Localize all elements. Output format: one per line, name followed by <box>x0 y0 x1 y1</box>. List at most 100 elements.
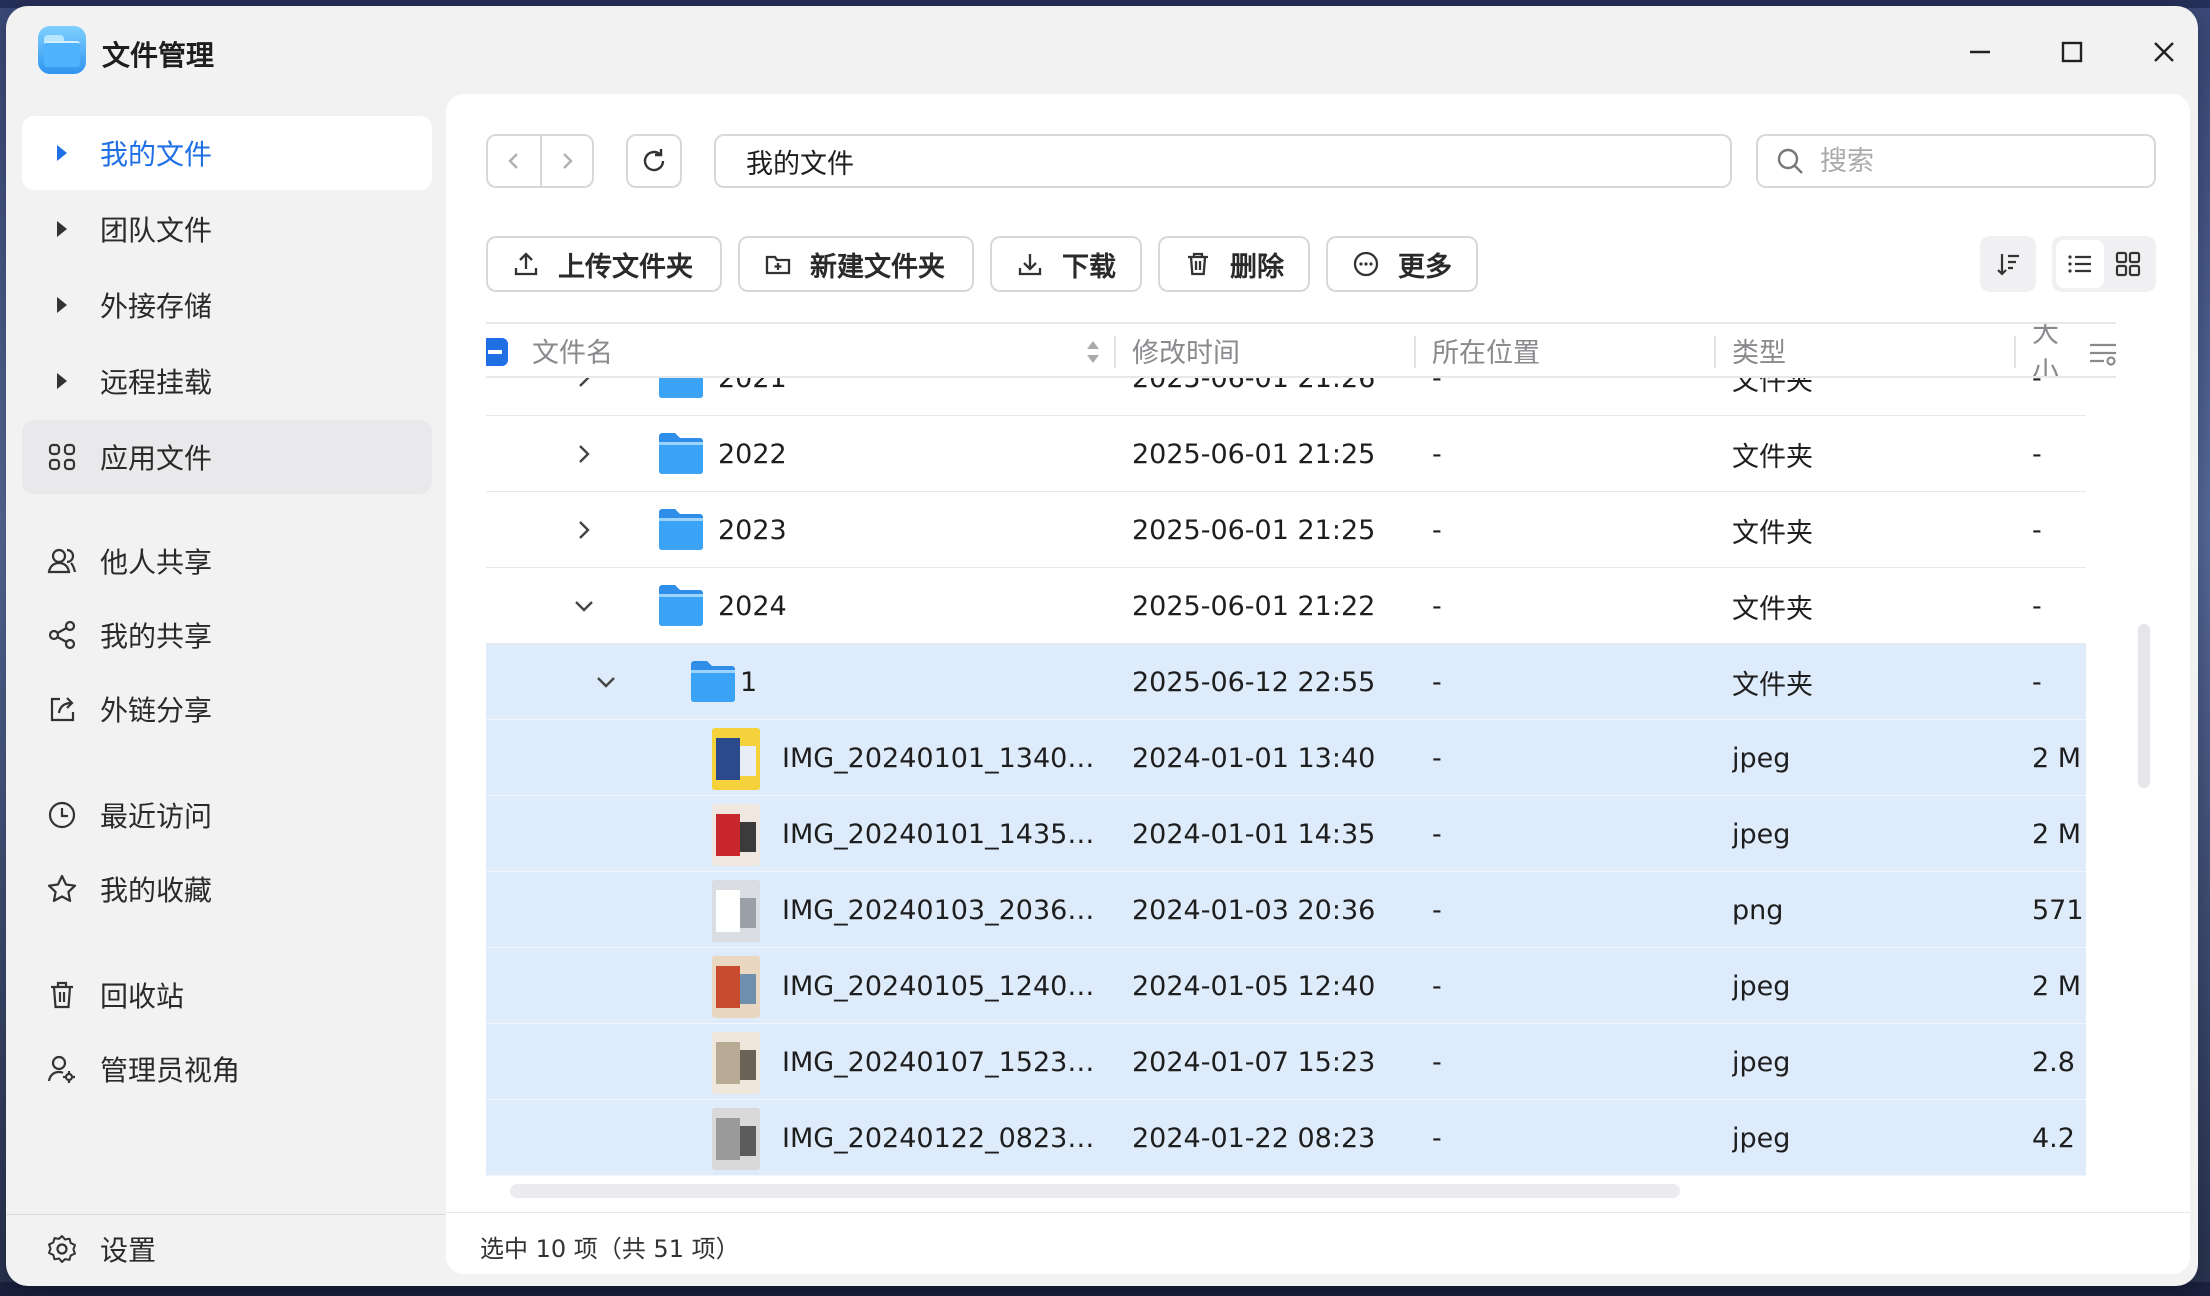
table-row[interactable]: IMG_20240107_1523… 2024-01-07 15:23 - jpeg 2… <box>486 1024 2086 1100</box>
minimize-button[interactable] <box>1958 30 2002 74</box>
search-box[interactable] <box>1756 134 2156 188</box>
maximize-icon <box>2061 41 2083 63</box>
sidebar-item-favorites[interactable]: 我的收藏 <box>22 852 432 926</box>
column-header-location[interactable]: 所在位置 <box>1432 324 1712 376</box>
column-header-name[interactable]: 文件名 <box>532 324 922 376</box>
chevron-down-icon[interactable] <box>592 668 620 696</box>
download-button[interactable]: 下载 <box>990 236 1142 292</box>
file-type: jpeg <box>1732 970 1791 1002</box>
file-location: - <box>1432 1046 1442 1078</box>
list-view-icon <box>2068 255 2091 273</box>
sidebar-item-label: 管理员视角 <box>100 1054 241 1087</box>
table-row[interactable]: IMG_20240101_1340… 2024-01-01 13:40 - jpeg 2… <box>486 720 2086 796</box>
more-button[interactable]: 更多 <box>1326 236 1478 292</box>
column-header-type[interactable]: 类型 <box>1732 324 2012 376</box>
file-location: - <box>1432 438 1442 470</box>
file-name: IMG_20240105_1240… <box>782 970 1095 1002</box>
more-label: 更多 <box>1398 251 1452 283</box>
table-row[interactable]: 2022 2025-06-01 21:25 - 文件夹 - <box>486 416 2086 492</box>
chevron-down-icon[interactable] <box>570 592 598 620</box>
file-location: - <box>1432 818 1442 850</box>
sort-button[interactable] <box>1980 236 2036 292</box>
list-view-button[interactable] <box>2056 240 2104 288</box>
delete-button[interactable]: 删除 <box>1158 236 1310 292</box>
file-type: 文件夹 <box>1732 593 1813 625</box>
column-header-modified[interactable]: 修改时间 <box>1132 324 1412 376</box>
sidebar-item-admin-view[interactable]: 管理员视角 <box>22 1032 432 1106</box>
title-bar: 文件管理 <box>6 6 2198 94</box>
sidebar-item-remote-mount[interactable]: 远程挂载 <box>22 344 432 418</box>
selection-status: 选中 10 项（共 51 项） <box>480 1235 740 1263</box>
path-bar[interactable]: 我的文件 <box>714 134 1732 188</box>
sidebar-item-link-share[interactable]: 外链分享 <box>22 672 432 746</box>
refresh-button[interactable] <box>626 134 682 188</box>
file-size: 2 M <box>2032 970 2082 1002</box>
file-location: - <box>1432 894 1442 926</box>
select-all-checkbox[interactable] <box>486 338 508 366</box>
file-type: 文件夹 <box>1732 378 1813 397</box>
delete-label: 删除 <box>1230 251 1284 283</box>
table-row[interactable]: 1 2025-06-12 22:55 - 文件夹 - <box>486 644 2086 720</box>
column-name-label: 文件名 <box>532 337 613 369</box>
grid-view-button[interactable] <box>2104 240 2152 288</box>
modified-time: 2024-01-03 20:36 <box>1132 894 1376 926</box>
modified-time: 2025-06-01 21:26 <box>1132 378 1376 394</box>
sidebar-item-shared-with-me[interactable]: 他人共享 <box>22 524 432 598</box>
column-separator[interactable] <box>2014 336 2016 368</box>
sidebar-item-recycle-bin[interactable]: 回收站 <box>22 958 432 1032</box>
column-header-size[interactable]: 大小 <box>2032 324 2082 376</box>
image-thumbnail <box>712 1032 760 1094</box>
apps-grid-icon <box>42 437 82 477</box>
sidebar-item-my-files[interactable]: 我的文件 <box>22 116 432 190</box>
table-row[interactable]: IMG_20240101_1435… 2024-01-01 14:35 - jpeg 2… <box>486 796 2086 872</box>
file-size: 2.8 <box>2032 1046 2075 1078</box>
view-toggle <box>2052 236 2156 292</box>
chevron-right-icon[interactable] <box>570 516 598 544</box>
table-row[interactable]: 2024 2025-06-01 21:22 - 文件夹 - <box>486 568 2086 644</box>
file-type: 文件夹 <box>1732 517 1813 549</box>
upload-folder-button[interactable]: 上传文件夹 <box>486 236 722 292</box>
table-row[interactable]: IMG_20240122_0823… 2024-01-22 08:23 - jpeg 4… <box>486 1100 2086 1176</box>
app-title: 文件管理 <box>102 39 215 72</box>
table-row[interactable]: IMG_20240105_1240… 2024-01-05 12:40 - jpeg 2… <box>486 948 2086 1024</box>
sidebar-item-my-shares[interactable]: 我的共享 <box>22 598 432 672</box>
file-location: - <box>1432 1122 1442 1154</box>
sort-icon <box>1997 254 2019 276</box>
image-thumbnail <box>712 728 760 790</box>
history-nav <box>486 134 594 188</box>
close-button[interactable] <box>2142 30 2186 74</box>
table-row[interactable]: IMG_20240103_2036… 2024-01-03 20:36 - png 57… <box>486 872 2086 948</box>
column-separator[interactable] <box>1414 336 1416 368</box>
new-folder-button[interactable]: 新建文件夹 <box>738 236 974 292</box>
chevron-right-icon[interactable] <box>570 440 598 468</box>
table-row[interactable]: 2023 2025-06-01 21:25 - 文件夹 - <box>486 492 2086 568</box>
table-row[interactable]: 2021 2025-06-01 21:26 - 文件夹 - <box>486 378 2086 416</box>
sidebar-item-app-files[interactable]: 应用文件 <box>22 420 432 494</box>
column-settings-icon[interactable] <box>2086 336 2120 370</box>
column-separator[interactable] <box>1114 336 1116 368</box>
file-type: jpeg <box>1732 742 1791 774</box>
search-input[interactable] <box>1820 145 2120 177</box>
maximize-button[interactable] <box>2050 30 2094 74</box>
horizontal-scrollbar[interactable] <box>510 1184 1680 1198</box>
modified-time: 2025-06-12 22:55 <box>1132 666 1376 698</box>
folder-icon <box>659 433 703 474</box>
folder-icon <box>691 661 735 702</box>
forward-button[interactable] <box>540 136 592 186</box>
file-size: - <box>2032 590 2042 622</box>
sidebar-item-recent[interactable]: 最近访问 <box>22 778 432 852</box>
settings-button[interactable]: 设置 <box>22 1212 432 1286</box>
back-button[interactable] <box>488 136 540 186</box>
sort-arrows-icon[interactable] <box>1084 338 1102 366</box>
star-icon <box>42 869 82 909</box>
table-header: 文件名 修改时间 所在位置 类型 大小 <box>486 322 2116 378</box>
sidebar-item-team-files[interactable]: 团队文件 <box>22 192 432 266</box>
file-size: - <box>2032 438 2042 470</box>
sidebar-item-external-storage[interactable]: 外接存储 <box>22 268 432 342</box>
file-name: 2023 <box>718 514 787 546</box>
chevron-left-icon <box>508 153 518 169</box>
file-name: IMG_20240122_0823… <box>782 1122 1095 1154</box>
column-separator[interactable] <box>1714 336 1716 368</box>
vertical-scrollbar[interactable] <box>2138 624 2150 788</box>
chevron-right-icon[interactable] <box>570 378 598 392</box>
